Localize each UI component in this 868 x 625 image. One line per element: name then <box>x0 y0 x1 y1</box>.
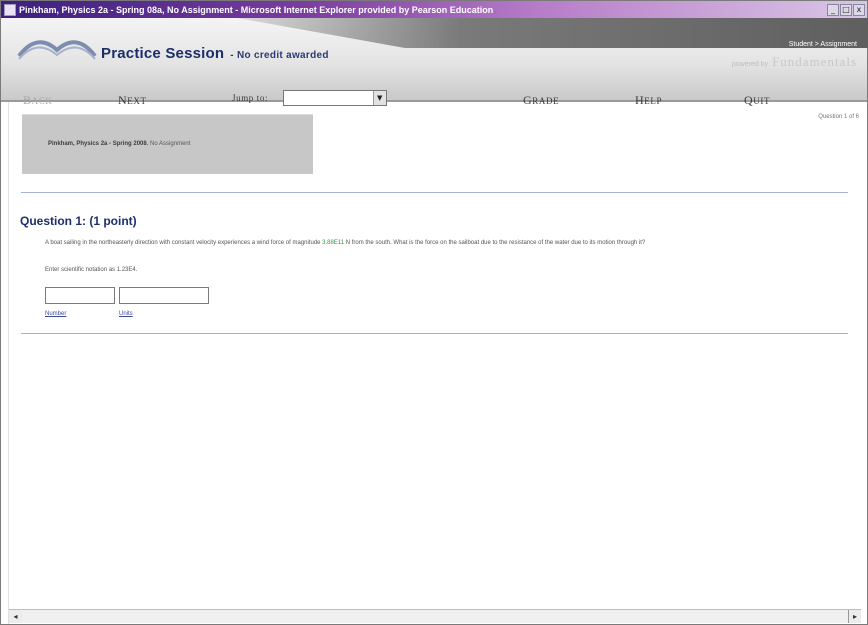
force-value: 3.88E11 <box>322 240 345 246</box>
scroll-left-icon[interactable]: ◂ <box>9 610 22 623</box>
book-logo-icon <box>17 40 97 60</box>
question-text-end: N from the south. What is the force on t… <box>344 240 646 246</box>
help-cap: H <box>635 93 645 107</box>
breadcrumb[interactable]: Student > Assignment <box>789 41 857 48</box>
jump-to-label: Jump to: <box>232 93 269 103</box>
course-info-box: Pinkham, Physics 2a - Spring 2008, No As… <box>22 114 313 174</box>
no-credit-subtitle: - No credit awarded <box>230 50 329 61</box>
divider <box>21 192 848 193</box>
quit-button[interactable]: QUIT <box>744 93 770 108</box>
nav-bar: BACK NEXT Jump to: ▼ GRADE HELP QUIT <box>1 90 867 109</box>
back-button[interactable]: BACK <box>23 93 52 108</box>
brand-name: Fundamentals <box>772 54 857 69</box>
units-link[interactable]: Units <box>119 311 133 317</box>
notation-hint: Enter scientific notation as 1.23E4. <box>45 267 138 273</box>
back-cap: B <box>23 93 32 107</box>
help-button[interactable]: HELP <box>635 93 662 108</box>
close-button[interactable]: x <box>853 3 865 16</box>
question-counter: Question 1 of 6 <box>818 114 859 120</box>
header-decoration <box>237 18 868 48</box>
question-text: A boat sailing in the northeasterly dire… <box>45 239 845 248</box>
help-label: ELP <box>644 96 663 106</box>
grade-button[interactable]: GRADE <box>523 93 559 108</box>
chevron-down-icon[interactable]: ▼ <box>373 91 386 105</box>
scroll-right-icon[interactable]: ▸ <box>848 610 861 623</box>
next-label: EXT <box>127 96 147 106</box>
session-header: Practice Session - No credit awarded Stud… <box>1 18 868 107</box>
quit-label: UIT <box>753 96 771 106</box>
maximize-button[interactable]: □ <box>840 3 852 16</box>
title-bar: Pinkham, Physics 2a - Spring 08a, No Ass… <box>1 1 867 18</box>
divider <box>21 333 848 334</box>
brand-logo: powered by Fundamentals <box>732 54 857 70</box>
ie-icon <box>4 3 16 16</box>
assignment-name: , No Assignment <box>146 141 191 147</box>
back-label: ACK <box>31 96 53 106</box>
practice-session-title: Practice Session <box>101 45 225 62</box>
jump-to-select[interactable]: ▼ <box>283 90 387 106</box>
question-heading: Question 1: (1 point) <box>20 214 137 228</box>
course-info: Pinkham, Physics 2a - Spring 2008, No As… <box>48 141 190 147</box>
course-name: Pinkham, Physics 2a - Spring 2008 <box>48 141 147 147</box>
next-button[interactable]: NEXT <box>118 93 147 108</box>
question-text-start: A boat sailing in the northeasterly dire… <box>45 240 323 246</box>
page-title: Practice Session - No credit awarded <box>101 45 329 62</box>
brand-prefix: powered by <box>731 61 769 68</box>
minimize-button[interactable]: _ <box>827 3 839 16</box>
number-input[interactable] <box>45 287 115 304</box>
browser-window: Pinkham, Physics 2a - Spring 08a, No Ass… <box>0 0 868 625</box>
grade-cap: G <box>523 93 533 107</box>
units-input[interactable] <box>119 287 209 304</box>
left-frame-edge <box>1 102 9 624</box>
grade-label: RADE <box>532 96 560 106</box>
window-controls: _ □ x <box>826 3 865 16</box>
window-title: Pinkham, Physics 2a - Spring 08a, No Ass… <box>19 4 494 15</box>
horizontal-scrollbar[interactable]: ◂ ▸ <box>9 609 861 623</box>
next-cap: N <box>118 93 128 107</box>
number-link[interactable]: Number <box>45 311 66 317</box>
quit-cap: Q <box>744 93 754 107</box>
